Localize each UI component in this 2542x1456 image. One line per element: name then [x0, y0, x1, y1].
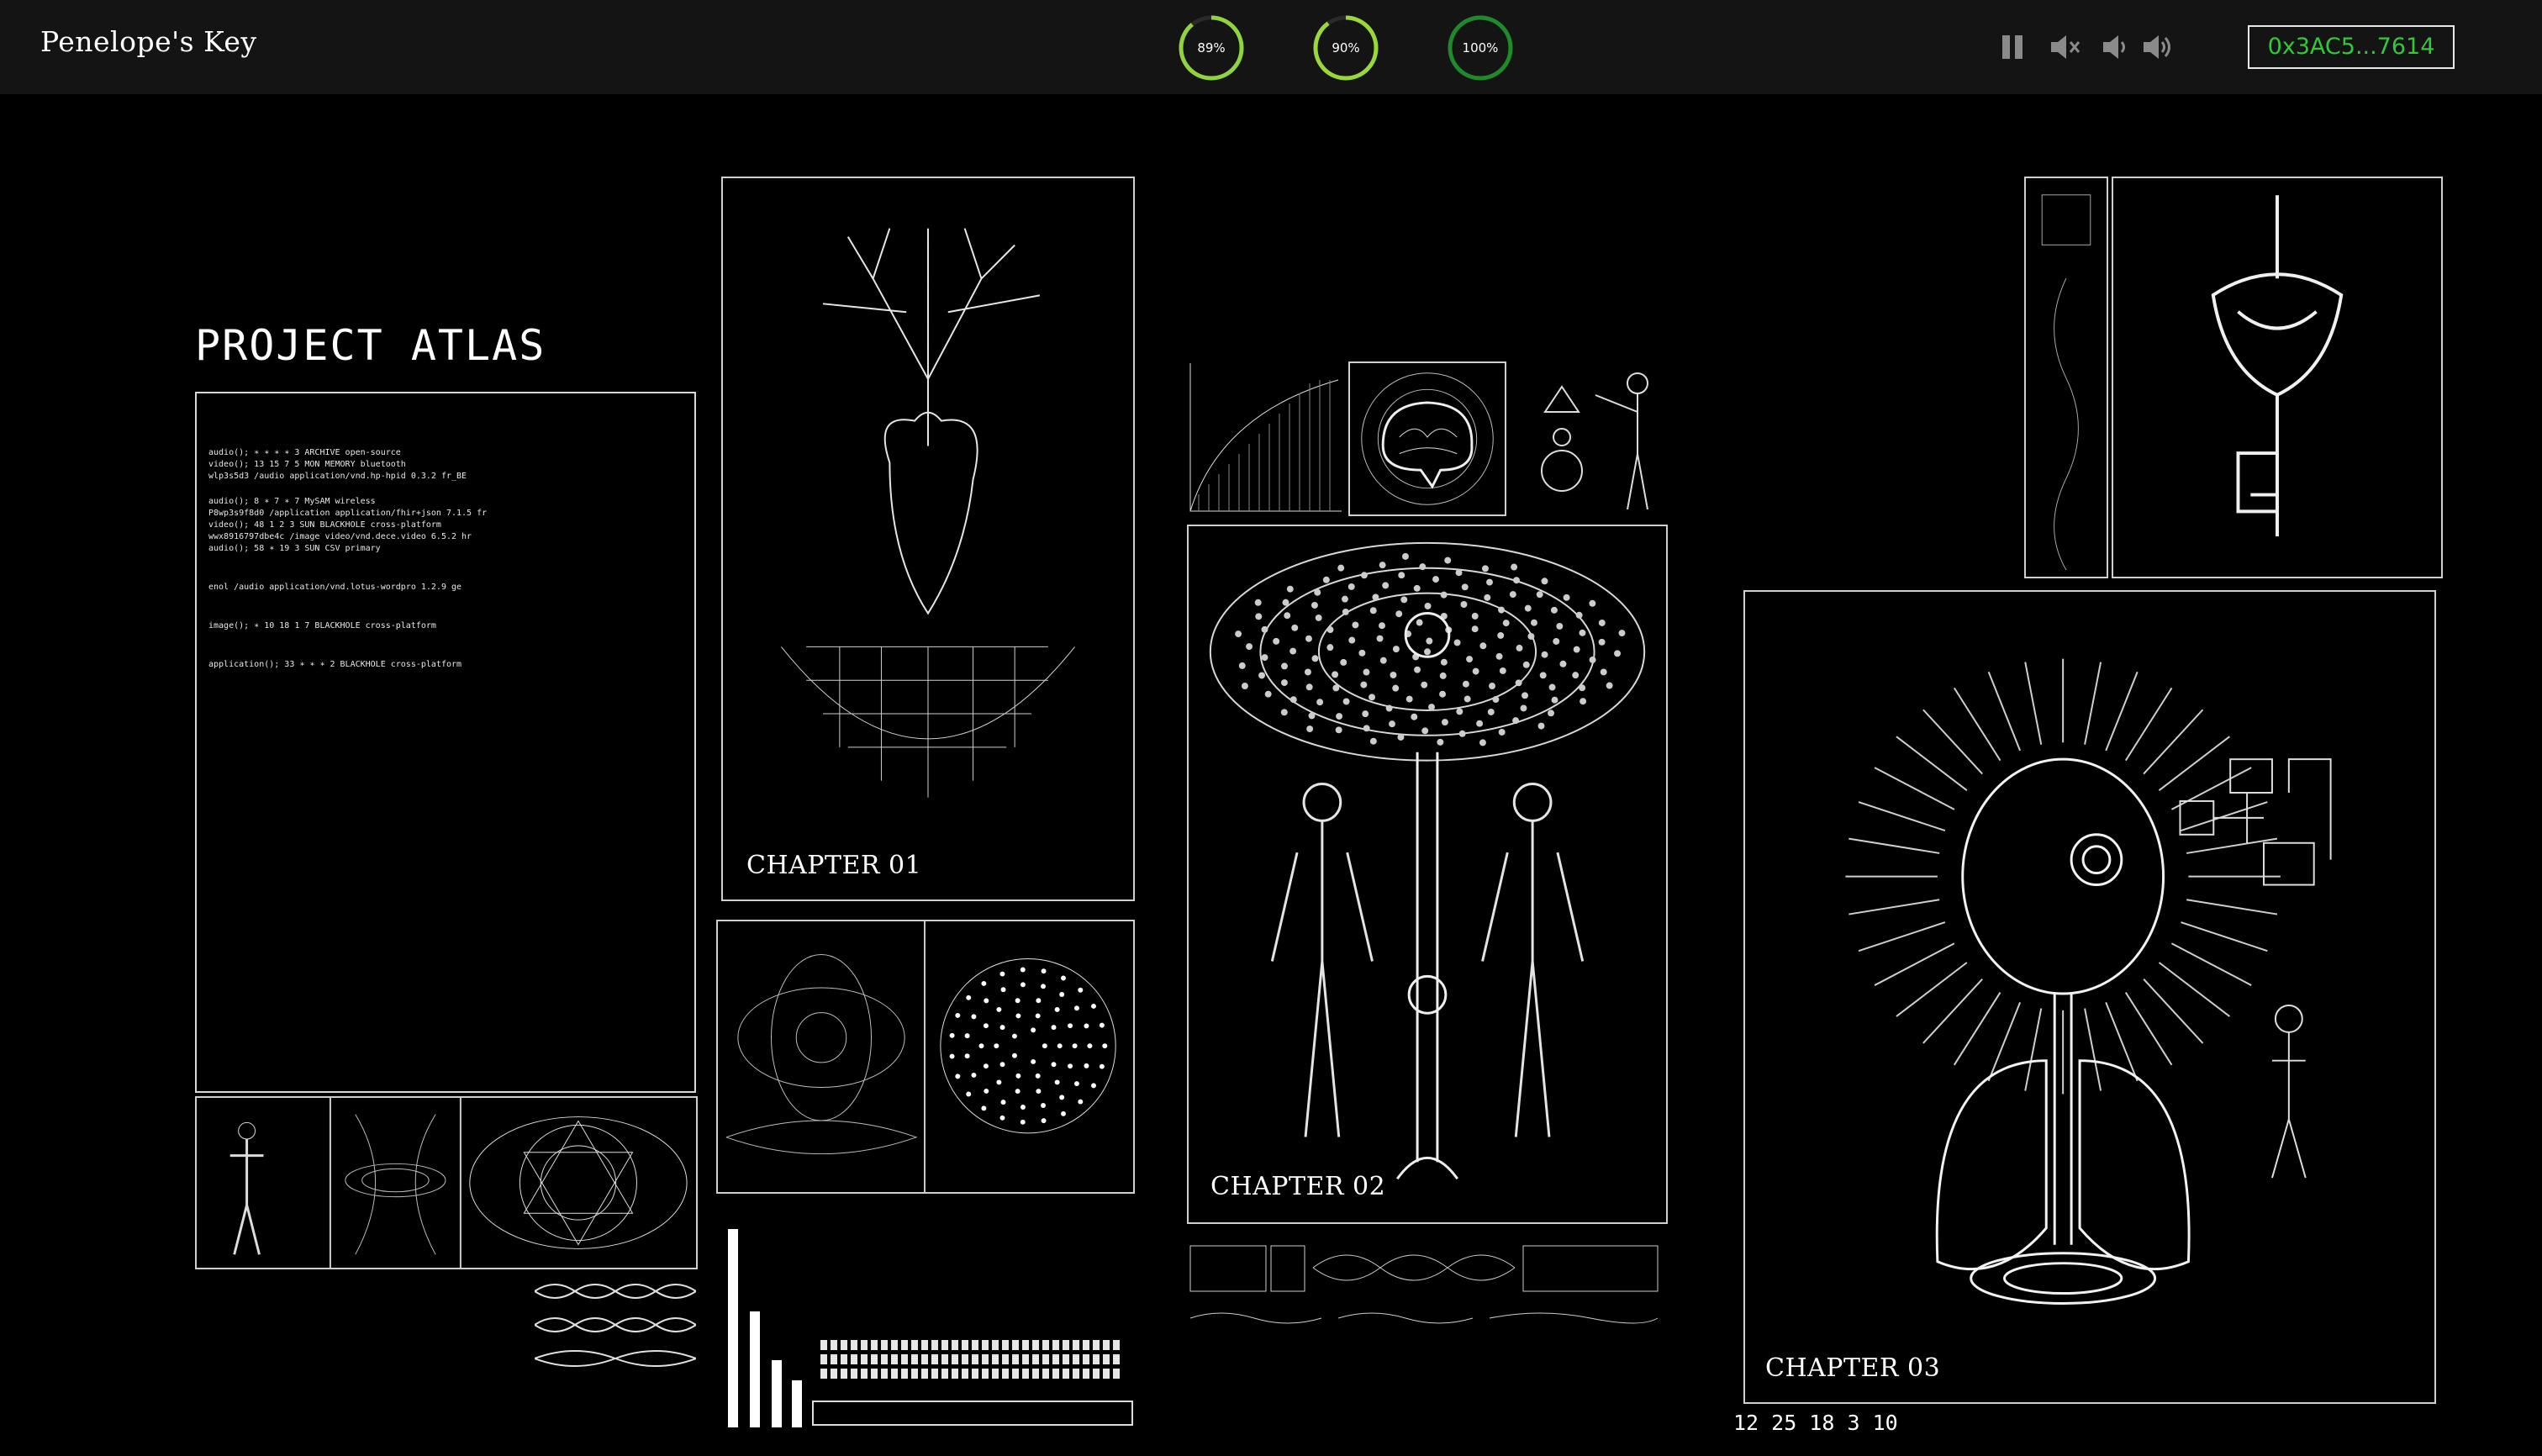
progress-ring-2: 90%: [1311, 13, 1380, 82]
chapter-01-label: CHAPTER 01: [746, 851, 922, 880]
terminal-line: audio(); 8 ∗ 7 ∗ 7 MySAM wireless: [208, 497, 376, 506]
terminal-line: audio(); 58 ∗ 19 3 SUN CSV primary: [208, 544, 381, 553]
bar-3: [772, 1360, 782, 1427]
chapter-03-label: CHAPTER 03: [1765, 1353, 1941, 1383]
wave-lines: [535, 1284, 696, 1367]
terminal-gap: [208, 593, 683, 607]
numeric-sequence: 12 25 18 3 10: [1733, 1411, 1898, 1435]
terminal-line: audio(); ∗ ∗ ∗ ∗ 3 ARCHIVE open-source: [208, 448, 401, 457]
bar-4: [792, 1380, 802, 1427]
terminal-line: wlp3s5d3 /audio application/vnd.hp-hpid …: [208, 472, 467, 481]
terminal-line: wwx8916797dbe4c /image video/vnd.dece.vi…: [208, 532, 472, 541]
volume-low-icon[interactable]: [2098, 30, 2132, 64]
glyph-grid: [820, 1340, 1120, 1379]
bar-2: [750, 1311, 760, 1427]
mute-icon[interactable]: [2048, 30, 2081, 64]
pause-icon[interactable]: [1996, 30, 2029, 64]
empty-progress-box: [812, 1401, 1133, 1426]
terminal-line: video(); 13 15 7 5 MON MEMORY bluetooth: [208, 460, 406, 469]
curve-graph-card: [1187, 363, 1342, 514]
terminal-gap: [208, 646, 683, 659]
sacred-geometry-strip: [195, 1096, 698, 1269]
chapter-03-card[interactable]: CHAPTER 03: [1743, 590, 2436, 1404]
terminal-line: application(); 33 ∗ ∗ ∗ 2 BLACKHOLE cros…: [208, 660, 462, 669]
page-title: PROJECT ATLAS: [195, 321, 546, 370]
terminal-gap: [208, 555, 683, 568]
progress-ring-1: 89%: [1177, 13, 1246, 82]
dna-strip: [1189, 1245, 1659, 1324]
brain-card: [1348, 361, 1506, 516]
terminal-lines: audio(); ∗ ∗ ∗ ∗ 3 ARCHIVE open-source vi…: [208, 447, 683, 671]
progress-label-1: 89%: [1197, 40, 1226, 55]
bar-1: [728, 1229, 738, 1427]
skeleton-key-card[interactable]: [2112, 177, 2443, 578]
top-bar: Penelope's Key 89% 90% 100% 0x3AC5...761…: [0, 0, 2542, 94]
magnetic-field-card: [716, 920, 1135, 1194]
terminal-panel: audio(); ∗ ∗ ∗ ∗ 3 ARCHIVE open-source vi…: [195, 392, 696, 1093]
terminal-gap: [208, 568, 683, 582]
terminal-line: P8wp3s9f8d0 /application application/fhi…: [208, 509, 488, 518]
terminal-line: image(); ∗ 10 18 1 7 BLACKHOLE cross-pla…: [208, 621, 436, 630]
terminal-line: video(); 48 1 2 3 SUN BLACKHOLE cross-pl…: [208, 520, 441, 530]
brand-title[interactable]: Penelope's Key: [40, 25, 257, 58]
chapter-02-label: CHAPTER 02: [1210, 1172, 1386, 1201]
figure-diagram: [1541, 372, 1648, 510]
terminal-gap: [208, 607, 683, 620]
progress-ring-3: 100%: [1446, 13, 1515, 82]
tall-strip-card: [2024, 177, 2108, 578]
terminal-gap: [208, 632, 683, 646]
chapter-02-card[interactable]: CHAPTER 02: [1187, 525, 1668, 1224]
terminal-gap: [208, 483, 683, 496]
progress-label-2: 90%: [1332, 40, 1360, 55]
wallet-address-button[interactable]: 0x3AC5...7614: [2248, 25, 2455, 69]
terminal-line: enol /audio application/vnd.lotus-wordpr…: [208, 583, 462, 592]
progress-label-3: 100%: [1462, 40, 1499, 55]
chapter-01-card[interactable]: CHAPTER 01: [721, 177, 1135, 901]
volume-high-icon[interactable]: [2140, 30, 2174, 64]
